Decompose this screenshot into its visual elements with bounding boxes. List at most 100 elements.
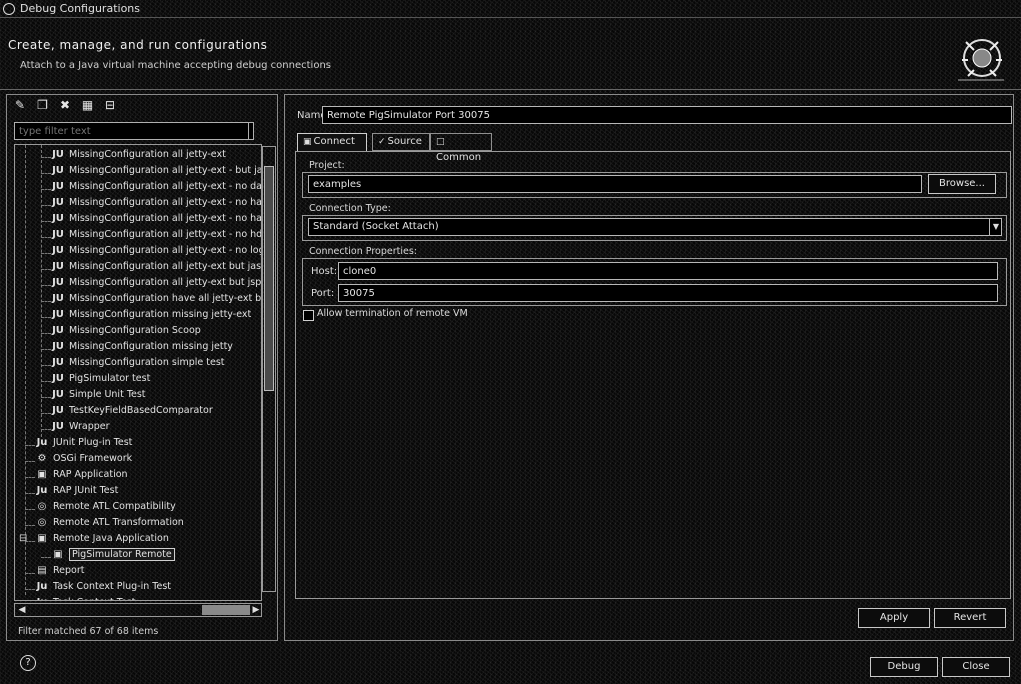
dialog-header xyxy=(0,18,1021,90)
scroll-right-icon[interactable]: ▶ xyxy=(250,604,262,616)
tree-item-label: JUnit Plug-in Test xyxy=(53,437,133,448)
tab-common[interactable]: □Common xyxy=(430,133,492,163)
tree-item[interactable]: Ju RAP JUnit Test xyxy=(35,485,119,501)
tree-item[interactable]: JU Simple Unit Test xyxy=(51,389,146,405)
tree-item-label: Simple Unit Test xyxy=(69,389,146,400)
tree-item[interactable]: JU Wrapper xyxy=(51,421,109,437)
launch-type-icon: JU xyxy=(52,181,64,192)
header-title: Create, manage, and run configurations xyxy=(8,38,268,52)
chevron-down-icon[interactable]: ▼ xyxy=(989,218,1002,236)
tree-item-label: MissingConfiguration missing jetty xyxy=(69,341,233,352)
tree-item-label: OSGi Framework xyxy=(53,453,133,464)
tree-item[interactable]: Ju JUnit Plug-in Test xyxy=(35,437,133,453)
tree-item[interactable]: JU MissingConfiguration all jetty-ext - n… xyxy=(51,181,261,197)
tree-item-label: MissingConfiguration all jetty-ext - no … xyxy=(69,229,262,240)
tree-item-label: MissingConfiguration Scoop xyxy=(69,325,201,336)
apply-button[interactable]: Apply xyxy=(858,608,930,628)
tree-item[interactable]: JU MissingConfiguration all jetty-ext - n… xyxy=(51,245,261,261)
tab-source[interactable]: ✓ Source xyxy=(372,133,430,151)
launch-type-icon: JU xyxy=(52,261,64,272)
launch-type-icon: JU xyxy=(52,373,64,384)
connection-type-label: Connection Type: xyxy=(309,203,391,214)
tree-connector xyxy=(41,237,51,238)
tree-item[interactable]: JU MissingConfiguration all jetty-ext xyxy=(51,149,226,165)
tree-scroll-thumb[interactable] xyxy=(264,166,274,391)
debug-button[interactable]: Debug xyxy=(870,657,938,677)
tree-item-selected[interactable]: ▣ PigSimulator Remote xyxy=(51,548,175,565)
title-bar: Debug Configurations xyxy=(0,0,1021,18)
duplicate-icon[interactable]: ❐ xyxy=(35,97,51,113)
close-button[interactable]: Close xyxy=(942,657,1010,677)
launch-type-icon: JU xyxy=(52,421,64,432)
connection-type-select[interactable]: Standard (Socket Attach) xyxy=(308,218,1002,236)
port-input[interactable] xyxy=(338,284,998,302)
tree-item[interactable]: JU TestKeyFieldBasedComparator xyxy=(51,405,213,421)
filter-clear-button[interactable] xyxy=(248,122,258,140)
tree-item[interactable]: JU MissingConfiguration all jetty-ext - n… xyxy=(51,213,261,229)
tree-item[interactable]: ◎ Remote ATL Compatibility xyxy=(35,501,176,517)
tab-connect-label: Connect xyxy=(313,136,355,147)
tree-hscroll-thumb[interactable] xyxy=(202,605,250,615)
host-label: Host: xyxy=(311,266,338,277)
tree-connector xyxy=(41,189,51,190)
tree-connector xyxy=(41,253,51,254)
allow-termination-checkbox[interactable] xyxy=(303,310,314,321)
filter-icon[interactable]: ▦ xyxy=(80,97,96,113)
config-name-input[interactable] xyxy=(322,106,1012,124)
debug-banner-icon xyxy=(956,30,1006,82)
tree-item[interactable]: JU PigSimulator test xyxy=(51,373,150,389)
tree-item-label: MissingConfiguration all jetty-ext xyxy=(69,149,226,160)
project-input[interactable] xyxy=(308,175,922,193)
tree-connector xyxy=(25,461,35,462)
collapse-all-icon[interactable]: ⊟ xyxy=(102,97,118,113)
tab-connect[interactable]: ▣ Connect xyxy=(297,133,367,151)
tree-connector xyxy=(41,349,51,350)
tree-item[interactable]: Ju Task Context Plug-in Test xyxy=(35,581,171,597)
port-label: Port: xyxy=(311,288,335,299)
tree-item[interactable]: Ju Task Context Test xyxy=(35,597,136,600)
tree-connector xyxy=(41,413,51,414)
collapse-toggle-icon[interactable]: ⊟ xyxy=(19,533,27,544)
tree-item-label: MissingConfiguration all jetty-ext - no … xyxy=(69,197,262,208)
tree-item[interactable]: JU MissingConfiguration missing jetty-ext xyxy=(51,309,251,325)
tree-item-label: Remote Java Application xyxy=(53,533,169,544)
revert-button[interactable]: Revert xyxy=(934,608,1006,628)
tree-connector xyxy=(25,525,35,526)
launch-type-icon: Ju xyxy=(35,597,49,600)
help-icon[interactable]: ? xyxy=(20,655,36,671)
tree-connector xyxy=(25,493,35,494)
tree-item[interactable]: JU MissingConfiguration Scoop xyxy=(51,325,201,341)
tree-connector xyxy=(41,397,51,398)
filter-input[interactable] xyxy=(14,122,254,140)
tree-item[interactable]: JU MissingConfiguration missing jetty xyxy=(51,341,233,357)
tree-item[interactable]: JU MissingConfiguration all jetty-ext - b… xyxy=(51,165,262,181)
host-input[interactable] xyxy=(338,262,998,280)
tree-guide-line xyxy=(25,145,26,595)
new-config-icon[interactable]: ✎ xyxy=(12,97,28,113)
tree-item-label: MissingConfiguration all jetty-ext - but… xyxy=(69,165,262,176)
tree-item[interactable]: ▣ RAP Application xyxy=(35,469,127,485)
tree-item[interactable]: ◎ Remote ATL Transformation xyxy=(35,517,184,533)
browse-button[interactable]: Browse... xyxy=(928,174,996,194)
tree-item[interactable]: JU MissingConfiguration all jetty-ext but… xyxy=(51,261,261,277)
tree-item-label: Task Context Test xyxy=(53,597,135,600)
tree-item[interactable]: ▣ Remote Java Application xyxy=(35,533,169,549)
launch-config-tree: JU MissingConfiguration all jetty-ext JU Mi… xyxy=(14,144,262,601)
launch-type-icon: JU xyxy=(52,245,64,256)
tree-connector xyxy=(25,445,35,446)
tree-item[interactable]: JU MissingConfiguration all jetty-ext - n… xyxy=(51,229,262,245)
launch-type-icon: JU xyxy=(52,325,64,336)
tree-item[interactable]: JU MissingConfiguration all jetty-ext but… xyxy=(51,277,261,293)
scroll-left-icon[interactable]: ◀ xyxy=(16,604,28,616)
launch-type-icon: JU xyxy=(52,197,64,208)
tree-item[interactable]: JU MissingConfiguration have all jetty-ex… xyxy=(51,293,261,309)
connection-type-value: Standard (Socket Attach) xyxy=(313,221,439,232)
tree-item[interactable]: JU MissingConfiguration simple test xyxy=(51,357,224,373)
tree-item[interactable]: JU MissingConfiguration all jetty-ext - n… xyxy=(51,197,262,213)
tree-connector xyxy=(41,285,51,286)
tree-item[interactable]: ⚙ OSGi Framework xyxy=(35,453,133,469)
tree-item[interactable]: ▤ Report xyxy=(35,565,84,581)
tree-connector xyxy=(41,317,51,318)
delete-icon[interactable]: ✖ xyxy=(57,97,73,113)
launch-type-icon: ▤ xyxy=(37,565,47,576)
